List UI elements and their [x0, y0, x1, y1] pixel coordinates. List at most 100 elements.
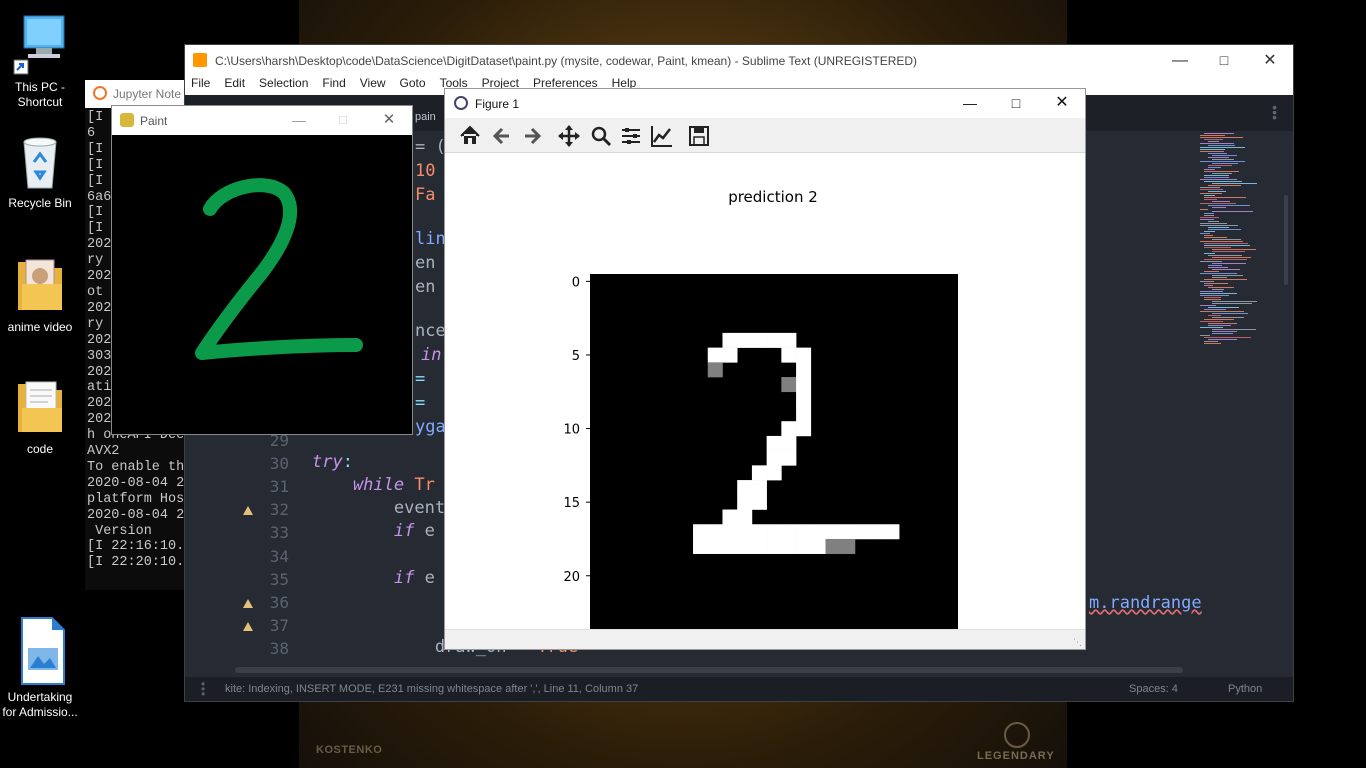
minimap-line: [1200, 327, 1223, 328]
drawn-digit-stroke: [195, 178, 363, 360]
desktop-icon-label: code: [26, 442, 54, 456]
minimize-button[interactable]: —: [1157, 45, 1203, 76]
minimap-line: [1200, 135, 1225, 136]
minimap-line: [1212, 155, 1237, 156]
forward-arrow-icon[interactable]: [519, 123, 545, 149]
code-token: :: [342, 452, 353, 473]
minimap-line: [1204, 237, 1227, 238]
drawing-canvas[interactable]: [112, 135, 412, 435]
back-arrow-icon[interactable]: [489, 123, 515, 149]
maximize-button[interactable]: □: [993, 89, 1039, 117]
minimap-line: [1208, 325, 1231, 326]
lint-warning-icon[interactable]: [243, 506, 253, 516]
lint-warning-icon[interactable]: [243, 621, 253, 631]
jupyter-titlebar[interactable]: Jupyter Note: [85, 80, 195, 108]
minimize-button[interactable]: —: [276, 106, 322, 134]
vertical-scrollbar[interactable]: [1284, 195, 1288, 285]
minimap-line: [1204, 195, 1215, 196]
minimap-line: [1208, 185, 1241, 186]
menu-item-view[interactable]: View: [360, 76, 386, 95]
heatmap-cell: [722, 332, 738, 348]
home-icon[interactable]: [457, 123, 483, 149]
chart-title: prediction 2: [728, 188, 818, 206]
minimap-line: [1212, 303, 1252, 304]
menu-item-goto[interactable]: Goto: [400, 76, 426, 95]
menu-item-edit[interactable]: Edit: [224, 76, 245, 95]
line-number: 34: [269, 546, 289, 566]
status-menu-icon[interactable]: • • •: [201, 678, 205, 700]
heatmap-cell: [751, 538, 767, 554]
desktop-icon-anime-video[interactable]: anime video: [0, 254, 80, 335]
save-icon[interactable]: [686, 123, 712, 149]
minimap-line: [1212, 207, 1226, 208]
menu-item-file[interactable]: File: [191, 76, 210, 95]
paint-titlebar[interactable]: Paint — □ ✕: [112, 106, 412, 135]
desktop-icon-recycle-bin[interactable]: Recycle Bin: [0, 132, 80, 211]
status-indentation[interactable]: Spaces: 4: [1129, 683, 1178, 695]
code-line: if e: [312, 568, 435, 588]
heatmap-cell: [781, 450, 797, 466]
desktop-icon-this-pc[interactable]: This PC - Shortcut: [0, 12, 80, 110]
minimap-line: [1204, 133, 1234, 134]
subplots-icon[interactable]: [618, 123, 644, 149]
more-options-icon[interactable]: • • •: [1272, 100, 1277, 124]
line-number: 37: [269, 615, 289, 635]
desktop-icon-document[interactable]: Undertaking for Admissio...: [0, 614, 80, 720]
resize-grip-icon[interactable]: ⋱: [1073, 637, 1082, 648]
desktop-icon-label: This PC - Shortcut: [14, 80, 65, 109]
minimap-line: [1200, 241, 1243, 242]
close-button[interactable]: ✕: [1039, 89, 1085, 117]
sublime-titlebar[interactable]: C:\Users\harsh\Desktop\code\DataScience\…: [185, 45, 1293, 76]
code-fragment: =: [415, 393, 426, 413]
edit-axis-icon[interactable]: [649, 123, 675, 149]
heatmap-cell: [781, 538, 797, 554]
minimap-line: [1200, 147, 1245, 148]
maximize-button[interactable]: □: [1201, 45, 1247, 76]
minimap-line: [1200, 305, 1216, 306]
figure-canvas[interactable]: prediction 2 0510152005101520: [445, 153, 1085, 630]
zoom-icon[interactable]: [588, 123, 614, 149]
menu-item-selection[interactable]: Selection: [259, 76, 308, 95]
matplotlib-figure-window[interactable]: Figure 1 — □ ✕ prediction 2 051015200510…: [444, 88, 1086, 650]
window-title: Figure 1: [475, 96, 520, 111]
maximize-button[interactable]: □: [320, 106, 366, 134]
minimap-line: [1212, 239, 1241, 240]
horizontal-scrollbar[interactable]: [235, 667, 1183, 673]
heatmap-cell: [766, 435, 782, 451]
console-line: 2020-08-04 22: [87, 475, 193, 491]
minimize-button[interactable]: —: [947, 89, 993, 117]
minimap-line: [1200, 295, 1229, 296]
heatmap-cell: [737, 332, 753, 348]
menu-item-find[interactable]: Find: [322, 76, 345, 95]
y-tick-label: 10: [563, 423, 580, 438]
pan-icon[interactable]: [556, 123, 582, 149]
minimap-line: [1208, 221, 1219, 222]
lint-warning-icon[interactable]: [243, 598, 253, 608]
heatmap-cell: [722, 347, 738, 363]
status-bar: • • • kite: Indexing, INSERT MODE, E231 mi…: [185, 677, 1293, 701]
status-syntax[interactable]: Python: [1228, 683, 1262, 695]
code-minimap[interactable]: [1200, 131, 1280, 411]
minimap-line: [1208, 157, 1229, 158]
minimap-line: [1208, 339, 1237, 340]
minimap-line: [1204, 285, 1213, 286]
close-button[interactable]: ✕: [366, 106, 412, 134]
console-line: [I 22:16:10.8: [87, 539, 193, 555]
console-line: [I 22:20:10.7: [87, 555, 193, 571]
desktop-icon-code[interactable]: code: [0, 376, 80, 457]
paint-window[interactable]: Paint — □ ✕: [111, 105, 413, 435]
wallpaper-credit: KOSTENKO: [316, 744, 383, 756]
minimap-line: [1200, 321, 1223, 322]
heatmap-cell: [766, 465, 782, 481]
minimap-line: [1208, 287, 1234, 288]
console-line: platform Host: [87, 491, 193, 507]
minimap-line: [1212, 313, 1248, 314]
window-title: Jupyter Note: [113, 87, 182, 101]
minimap-line: [1208, 255, 1242, 256]
recycle-bin-icon: [12, 132, 68, 192]
code-token: Tr: [414, 475, 435, 496]
figure-titlebar[interactable]: Figure 1 — □ ✕: [445, 89, 1085, 118]
minimap-line: [1208, 267, 1228, 268]
close-button[interactable]: ✕: [1247, 45, 1293, 76]
line-number: 38: [269, 638, 289, 658]
